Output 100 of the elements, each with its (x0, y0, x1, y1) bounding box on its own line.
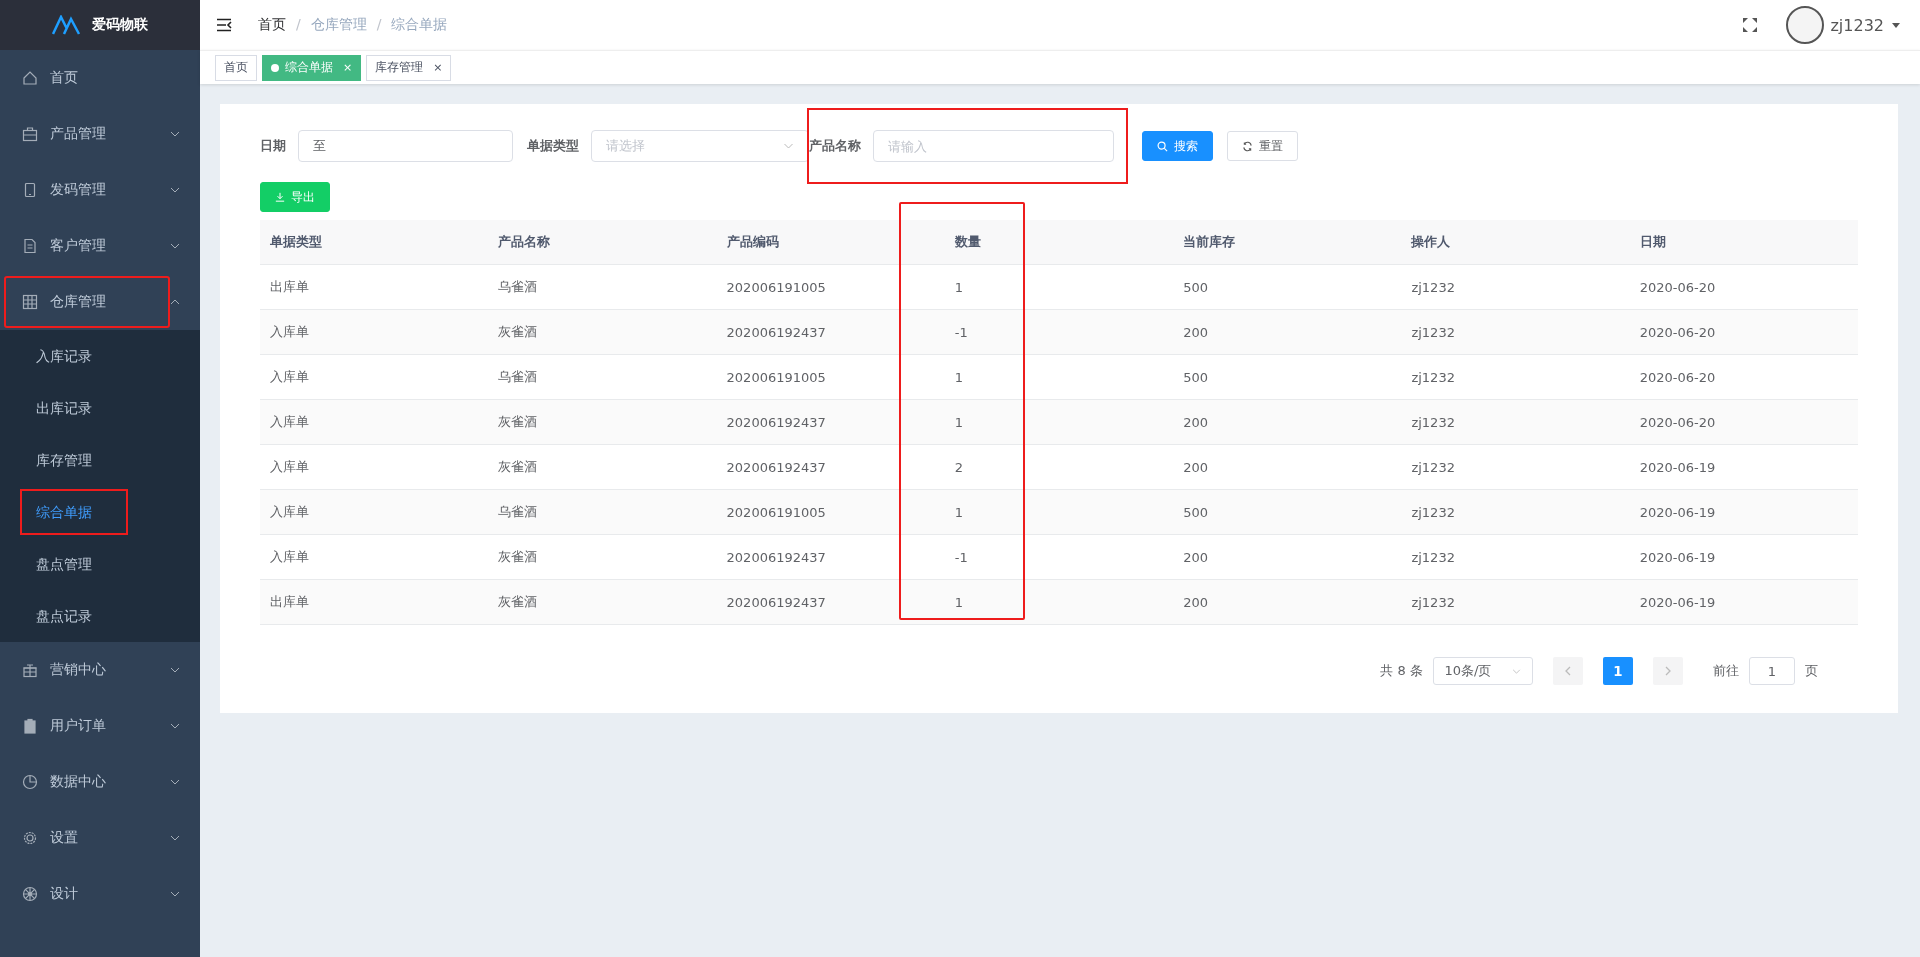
table-cell: 1 (944, 399, 1174, 445)
tab[interactable]: 首页 (215, 54, 257, 81)
table-cell: 500 (1173, 354, 1402, 400)
table-cell: 入库单 (260, 489, 489, 535)
column-header: 当前库存 (1173, 220, 1402, 265)
table-cell: zj1232 (1401, 354, 1630, 400)
menu-item[interactable]: 设置 (0, 810, 200, 866)
submenu-item[interactable]: 出库记录 (20, 385, 128, 431)
date-range-field[interactable]: 至 (298, 130, 513, 162)
reset-button[interactable]: 重置 (1227, 131, 1298, 161)
user-name[interactable]: zj1232 (1830, 15, 1884, 35)
column-header: 产品编码 (716, 220, 945, 265)
table-cell: 乌雀酒 (488, 489, 717, 535)
table-cell: 入库单 (260, 309, 489, 355)
page-size-select[interactable]: 10条/页 (1433, 657, 1533, 685)
menu-label: 数据中心 (50, 773, 106, 791)
menu-item[interactable]: 用户订单 (0, 698, 200, 754)
submenu-item[interactable]: 盘点记录 (20, 593, 128, 639)
column-header: 日期 (1629, 220, 1858, 265)
table-cell: 202006191005 (716, 264, 945, 310)
table-cell: 1 (944, 489, 1174, 535)
table-cell: 2020-06-20 (1629, 264, 1858, 310)
page-input[interactable]: 1 (1749, 657, 1795, 685)
menu-label: 首页 (50, 69, 78, 87)
menu-item[interactable]: 仓库管理 (0, 274, 200, 330)
menu-item[interactable]: 营销中心 (0, 642, 200, 698)
table-cell: 2020-06-19 (1629, 489, 1858, 535)
logo-icon (52, 15, 82, 35)
table-cell: 200 (1173, 399, 1402, 445)
table-cell: 乌雀酒 (488, 264, 717, 310)
avatar[interactable] (1786, 6, 1825, 44)
goto-label: 前往 (1713, 662, 1739, 680)
submenu-item[interactable]: 综合单据 (20, 489, 128, 535)
table-cell: 入库单 (260, 444, 489, 490)
table-cell: 灰雀酒 (488, 309, 717, 355)
settings-icon (22, 830, 38, 846)
menu-item[interactable]: 产品管理 (0, 106, 200, 162)
caret-icon[interactable] (1892, 22, 1900, 28)
table-cell: 202006192437 (716, 579, 945, 625)
table-cell: -1 (944, 534, 1174, 580)
table-cell: zj1232 (1401, 264, 1630, 310)
table-cell: zj1232 (1401, 534, 1630, 580)
submenu-item[interactable]: 库存管理 (20, 437, 128, 483)
table-cell: 出库单 (260, 579, 489, 625)
briefcase-icon (22, 126, 38, 142)
table-cell: zj1232 (1401, 579, 1630, 625)
pie-chart-icon (22, 774, 38, 790)
table-cell: 500 (1173, 264, 1402, 310)
table-cell: 1 (944, 579, 1174, 625)
table-cell: 入库单 (260, 534, 489, 580)
menu-label: 营销中心 (50, 661, 106, 679)
menu-icon[interactable] (216, 18, 232, 32)
table-cell: 200 (1173, 579, 1402, 625)
table-cell: 200 (1173, 309, 1402, 355)
chevron-down-icon (783, 143, 794, 149)
table-cell: 1 (944, 354, 1174, 400)
breadcrumb-link[interactable]: 首页 (258, 16, 286, 34)
submenu-item[interactable]: 盘点管理 (20, 541, 128, 587)
table-cell: 入库单 (260, 354, 489, 400)
download-icon (275, 192, 285, 202)
menu-item[interactable]: 客户管理 (0, 218, 200, 274)
logo-text: 爱码物联 (92, 16, 148, 34)
table-cell: 灰雀酒 (488, 534, 717, 580)
chevron-right-icon (1665, 666, 1671, 676)
table-cell: 1 (944, 264, 1174, 310)
total-count: 共 8 条 (1380, 662, 1423, 680)
home-icon (22, 70, 38, 86)
menu-label: 用户订单 (50, 717, 106, 735)
tab[interactable]: 库存管理 × (366, 54, 452, 81)
grid-icon (22, 294, 38, 310)
table-cell: 500 (1173, 489, 1402, 535)
menu-item[interactable]: 设计 (0, 866, 200, 922)
table-cell: 202006192437 (716, 534, 945, 580)
table-cell: 2020-06-20 (1629, 354, 1858, 400)
table-cell: 出库单 (260, 264, 489, 310)
table-cell: zj1232 (1401, 489, 1630, 535)
table-cell: 202006192437 (716, 309, 945, 355)
table-cell: 乌雀酒 (488, 354, 717, 400)
input-field[interactable]: 请输入 (873, 130, 1114, 162)
table-cell: 灰雀酒 (488, 399, 717, 445)
table-cell: 202006192437 (716, 399, 945, 445)
menu-item[interactable]: 发码管理 (0, 162, 200, 218)
submenu-item[interactable]: 入库记录 (20, 333, 128, 379)
page-suffix: 页 (1805, 662, 1818, 680)
filter-label: 日期 (260, 137, 286, 155)
wheel-icon (22, 886, 38, 902)
table-cell: 200 (1173, 444, 1402, 490)
filter-label: 单据类型 (527, 137, 579, 155)
chevron-down-icon (1512, 668, 1522, 674)
column-header: 单据类型 (260, 220, 489, 265)
menu-item[interactable]: 首页 (0, 50, 200, 106)
filter-label: 产品名称 (809, 137, 861, 155)
clipboard-icon (22, 718, 38, 734)
gift-icon (22, 662, 38, 678)
table-cell: zj1232 (1401, 444, 1630, 490)
menu-item[interactable]: 数据中心 (0, 754, 200, 810)
menu-label: 发码管理 (50, 181, 106, 199)
fullscreen-icon[interactable] (1742, 17, 1759, 33)
column-header: 操作人 (1401, 220, 1630, 265)
table-cell: 202006192437 (716, 444, 945, 490)
